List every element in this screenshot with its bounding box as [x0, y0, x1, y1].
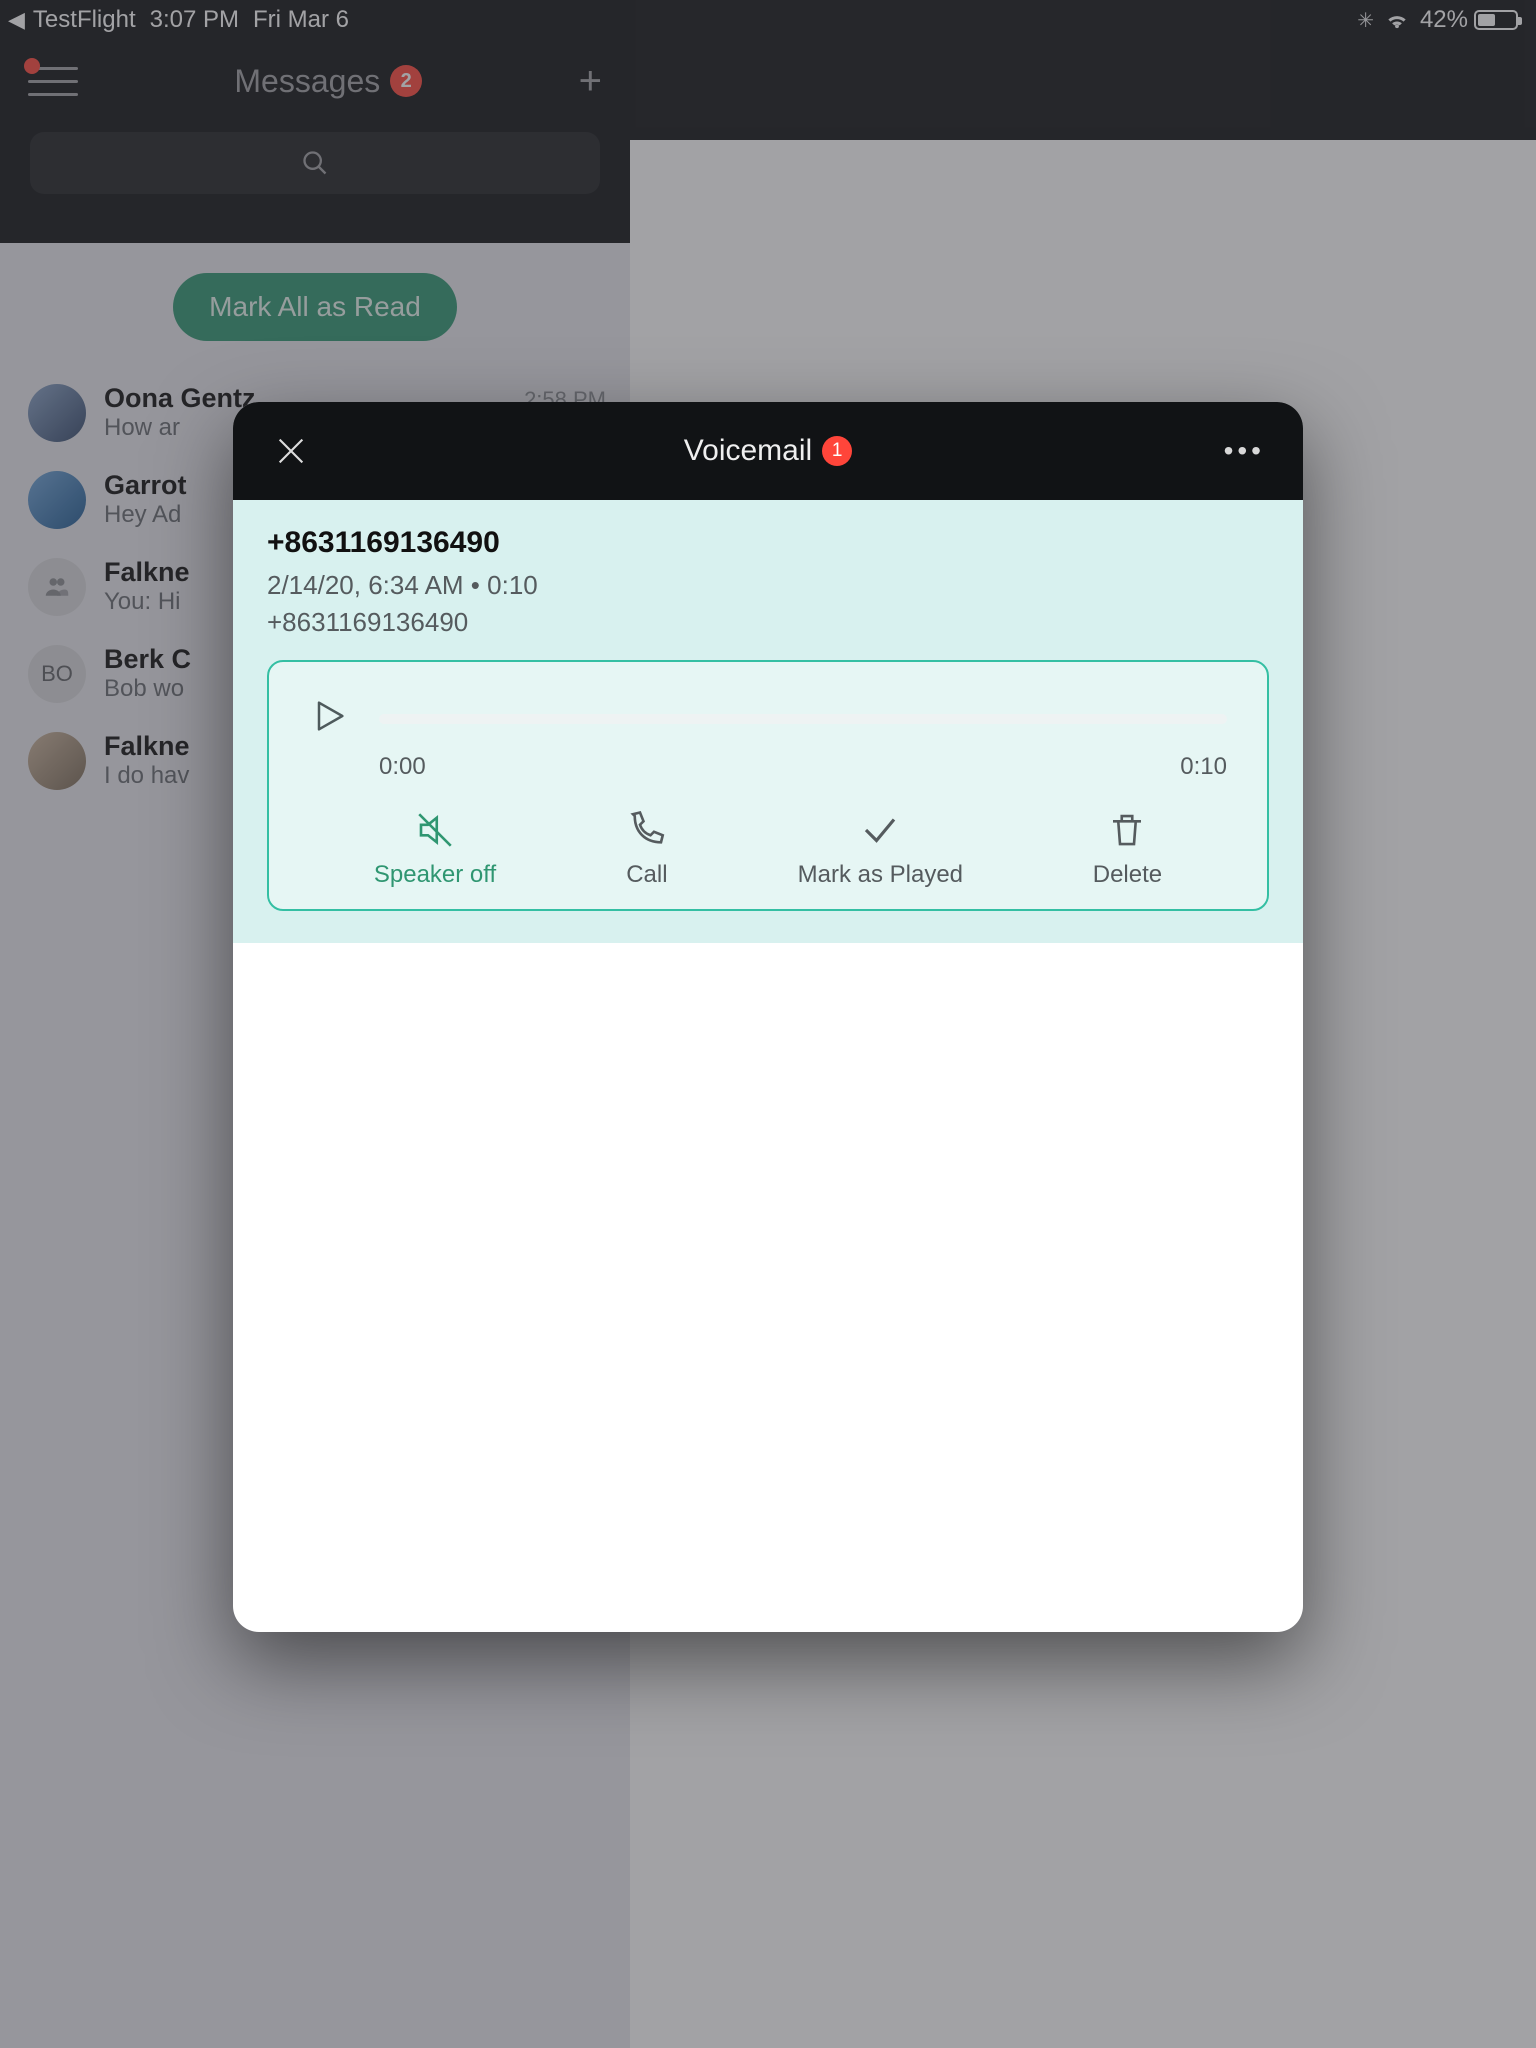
- total-time: 0:10: [1180, 753, 1227, 781]
- mark-played-button[interactable]: Mark as Played: [798, 809, 963, 889]
- play-button[interactable]: [309, 696, 349, 741]
- modal-title: Voicemail: [684, 434, 812, 468]
- more-button[interactable]: •••: [1224, 435, 1265, 467]
- modal-header: Voicemail 1 •••: [233, 402, 1303, 500]
- voicemail-badge: 1: [822, 436, 852, 466]
- call-button[interactable]: Call: [626, 809, 668, 889]
- close-button[interactable]: [271, 431, 311, 471]
- voicemail-number: +8631169136490: [267, 526, 1269, 560]
- call-label: Call: [626, 861, 667, 889]
- voicemail-meta: 2/14/20, 6:34 AM • 0:10: [267, 570, 1269, 601]
- voicemail-subline: +8631169136490: [267, 607, 1269, 638]
- audio-player: 0:00 0:10 Speaker off Call: [267, 660, 1269, 911]
- mark-played-label: Mark as Played: [798, 861, 963, 889]
- progress-track[interactable]: [379, 714, 1227, 724]
- speaker-toggle[interactable]: Speaker off: [374, 809, 496, 889]
- trash-icon: [1106, 809, 1148, 851]
- phone-icon: [626, 809, 668, 851]
- voicemail-card: +8631169136490 2/14/20, 6:34 AM • 0:10 +…: [233, 500, 1303, 943]
- check-icon: [859, 809, 901, 851]
- speaker-off-icon: [414, 809, 456, 851]
- elapsed-time: 0:00: [379, 753, 426, 781]
- speaker-label: Speaker off: [374, 861, 496, 889]
- delete-button[interactable]: Delete: [1093, 809, 1162, 889]
- delete-label: Delete: [1093, 861, 1162, 889]
- voicemail-modal: Voicemail 1 ••• +8631169136490 2/14/20, …: [233, 402, 1303, 1632]
- close-icon: [274, 434, 308, 468]
- play-icon: [309, 696, 349, 736]
